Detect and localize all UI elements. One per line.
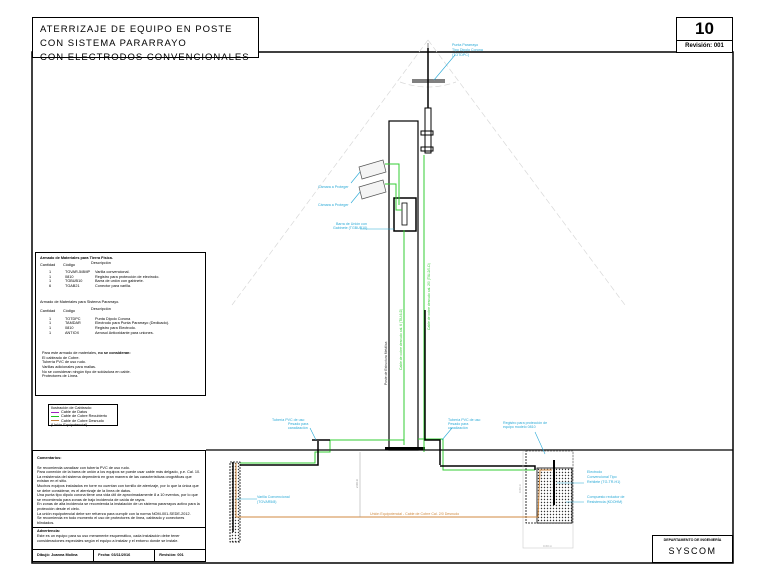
conduit — [240, 310, 536, 470]
label-rod: Varilla Convencional — [257, 495, 290, 499]
code: ANTIOX — [65, 330, 80, 335]
label-compound: Resistencia (KDOHM) — [587, 500, 622, 504]
col-header: Código — [63, 262, 76, 267]
col-header: Descripción — [91, 307, 111, 312]
not-considered-intro: Para este armado de materiales, — [42, 351, 99, 356]
label-punta: Tipo Dipolo Corona — [452, 48, 483, 52]
drawing-title: ATERRIZAJE DE EQUIPO EN POSTE CON SISTEM… — [32, 17, 259, 63]
department-block: DEPARTAMENTO DE INGENIERÍA SYSCOM — [652, 535, 733, 563]
label-cable-pararrayo: Cable de cobre desnudo cal. 2/0 (TIU-2/0… — [427, 263, 431, 330]
warning-text: Este es un equipo para su uso meramente … — [37, 533, 180, 543]
col-header: Código — [63, 309, 76, 314]
comment-line: La resistencia del sistema dependerá en … — [37, 474, 192, 484]
cable-legend: Ilustración de Cableado: Cable de Datos C… — [48, 404, 118, 427]
materials-box: Armado de Materiales para Tierra Física.… — [35, 252, 206, 396]
department-label: DEPARTAMENTO DE INGENIERÍA — [663, 538, 722, 542]
left-pit — [229, 461, 241, 543]
materials-pararrayo-rows: 1 TOTDPC Punta Dipolo Corona 1 TAMDAR Electro… — [40, 317, 201, 335]
label-electrode: Convencional Tipo — [587, 475, 617, 479]
label-electrode: Rehilete (TG-TR-H1) — [587, 480, 620, 484]
label-ground-bar: Gabinete (TGBUB10) — [333, 226, 367, 230]
code: TGAB21 — [65, 283, 80, 288]
lightning-rod — [412, 43, 445, 154]
label-width: 0.60 m — [543, 544, 553, 548]
label-conduit-right: canalización — [448, 426, 468, 430]
quantity: 6 — [48, 283, 52, 288]
label-camera: Cámara a Proteger — [318, 185, 349, 189]
comments-panel: Comentarios: Se recomienda canalizar con… — [32, 450, 206, 562]
not-considered: Para este armado de materiales, no se co… — [40, 351, 201, 379]
label-punta: (TOTDPC) — [452, 53, 469, 57]
comments-title: Comentarios: — [37, 456, 62, 460]
legend-swatch — [51, 420, 59, 422]
comment-line: Una punta tipo dipolo corona tiene una v… — [37, 493, 198, 502]
not-considered-list: El cableado de Cobre. Tubería PVC de uso … — [42, 356, 201, 379]
label-pole: Poste de Estructura Metálica — [384, 342, 388, 385]
pole-base — [385, 447, 425, 450]
label-cable-equipo: Cable de cobre desnudo cal. 6 (TIU-6-D) — [399, 309, 403, 370]
materials-header: Cantidad Código Descripción — [40, 307, 201, 314]
footer-row: Dibujó: Joanna Molina Fecha: 03/11/2016 … — [33, 549, 205, 561]
material-row: 6 TGAB21 Conector para varilla. — [40, 284, 201, 289]
title-line: ATERRIZAJE DE EQUIPO EN POSTE CON SISTEM… — [40, 24, 233, 49]
footer-date: Fecha: 03/11/2016 — [94, 550, 156, 561]
warning-section: Advertencia: Este es un equipo para su u… — [33, 527, 205, 544]
legend-swatch — [51, 411, 59, 413]
legend-swatch — [51, 415, 59, 417]
comment-line: En zonas de alta incidencia se recomiend… — [37, 502, 200, 511]
sheet-revision: Revisión: 001 — [677, 40, 732, 51]
label-conduit-left: canalización — [288, 426, 308, 430]
comment-line: Se recomienda en todo momento el uso de … — [37, 516, 185, 525]
legend-items: Cable de Datos Cable de Cobre Recubierto C… — [51, 410, 115, 427]
camera-icon — [358, 159, 387, 200]
materials-header: Cantidad Código Descripción — [40, 260, 201, 268]
col-header: Cantidad — [40, 309, 56, 314]
legend-item: Cable de Cobre Desnudo (Unión Equipotenc… — [51, 419, 115, 427]
col-header: Cantidad — [40, 262, 56, 267]
sheet-number-box: 10 Revisión: 001 — [676, 17, 733, 53]
footer-revision: Revisión: 001 — [159, 553, 184, 557]
quantity: 1 — [48, 330, 52, 335]
cyan-leader — [433, 54, 456, 81]
label-punta: Punta Pararrayo — [452, 43, 478, 47]
not-considered-bold: no se consideran: — [98, 351, 131, 356]
label-union: Unión Equipotencial - Cable de Cobre Cal… — [370, 512, 459, 516]
footer-drawn-by: Dibujó: Joanna Molina — [33, 550, 95, 561]
materials-tierra-title: Armado de Materiales para Tierra Física. — [40, 256, 113, 260]
label-depth: 2.00 m — [355, 478, 359, 488]
comment-line: Muchos equipos instalados en torre no cu… — [37, 483, 199, 493]
company-name: SYSCOM — [668, 546, 717, 556]
label-camera: Cámara a Proteger — [318, 203, 349, 207]
description: Aerosol Antioxidante para uniones. — [95, 330, 154, 335]
sheet-number: 10 — [695, 19, 714, 38]
materials-tierra-rows: 1 TGVAR-5/8MP Varilla convencional. 1 0810 Re… — [40, 270, 201, 288]
label-register: equipo modelo 0810 — [503, 425, 536, 429]
col-header: Descripción — [91, 260, 111, 265]
copper-cable — [235, 155, 535, 471]
label-pit-depth: 0.80 m — [518, 483, 522, 493]
equipotential-union — [235, 463, 552, 518]
label-rod: (TGVAR5/8) — [257, 500, 277, 504]
label-electrode: Electrodo — [587, 470, 602, 474]
description: Conector para varilla. — [95, 283, 132, 288]
label-compound: Compuesto reductor de — [587, 495, 625, 499]
comments-list: Se recomienda canalizar con tubería PVC … — [37, 466, 201, 526]
materials-pararrayo-title: Armado de Materiales para Sistema Pararr… — [40, 299, 120, 304]
material-row: 1 ANTIOX Aerosol Antioxidante para uniones… — [40, 331, 201, 336]
title-line: CON ELECTRODOS CONVENCIONALES — [40, 52, 250, 63]
not-considered-item: Protectores de Línea. — [42, 374, 79, 379]
